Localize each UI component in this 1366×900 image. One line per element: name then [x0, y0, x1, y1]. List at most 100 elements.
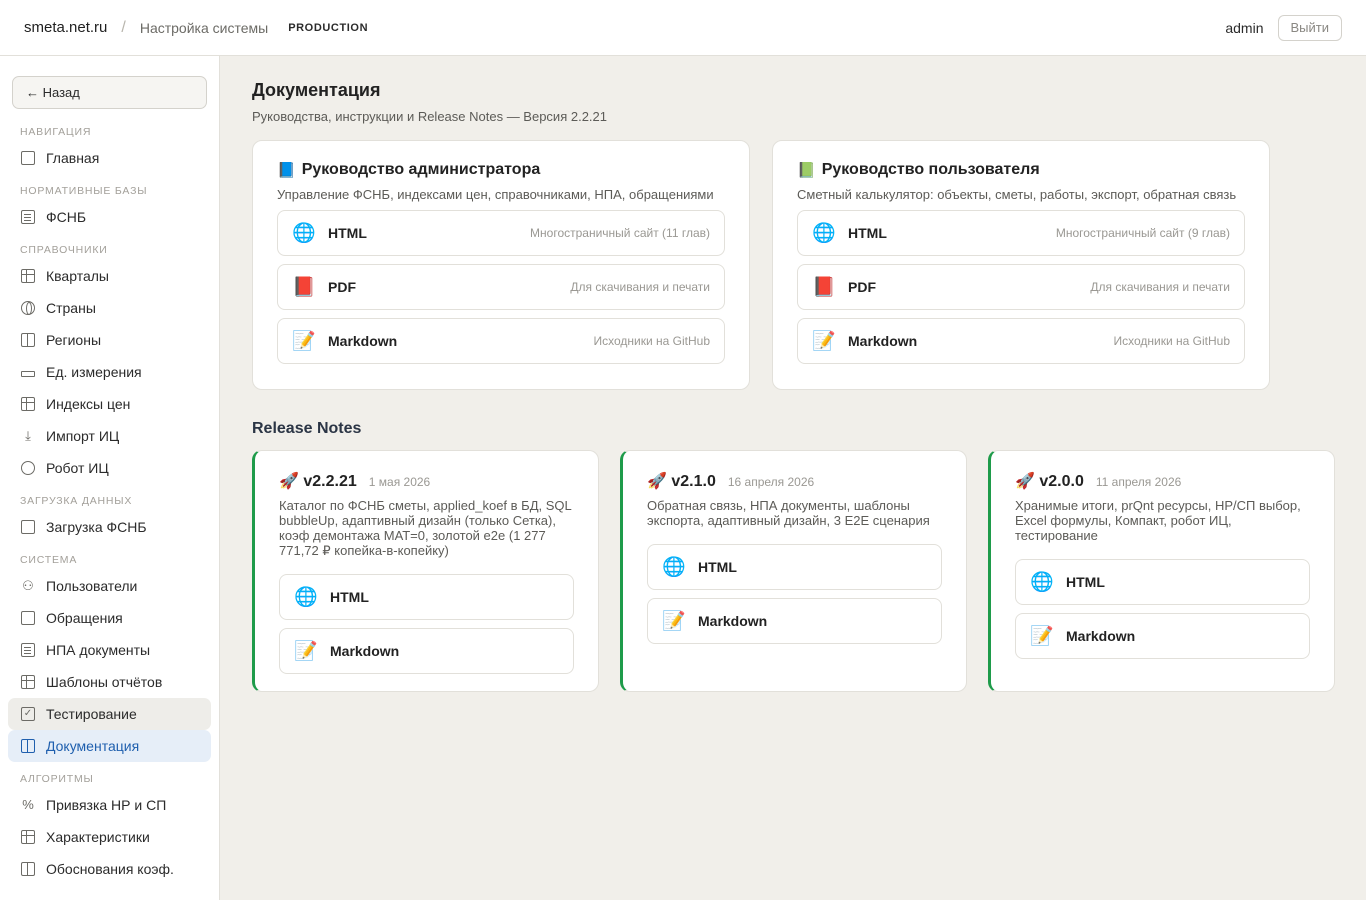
guide-card-user: 📗 Руководство пользователя Сметный кальк…: [772, 140, 1270, 390]
link-label: HTML: [330, 589, 369, 605]
release-link-markdown[interactable]: 📝 Markdown: [1015, 613, 1310, 659]
guide-link-html[interactable]: 🌐 HTML Многостраничный сайт (9 глав): [797, 210, 1245, 256]
sidebar-item-templates[interactable]: Шаблоны отчётов: [8, 666, 211, 698]
memo-icon: 📝: [294, 641, 318, 662]
sidebar-item-docs[interactable]: Документация: [8, 730, 211, 762]
sidebar-item-characteristics[interactable]: Характеристики: [8, 821, 211, 853]
release-version-text: v2.0.0: [1039, 473, 1084, 490]
username: admin: [1225, 19, 1264, 36]
document-icon: [21, 210, 35, 224]
checkbox-icon: ✓: [21, 707, 35, 721]
release-link-html[interactable]: 🌐 HTML: [647, 544, 942, 590]
book-icon: [21, 739, 35, 753]
guide-title-text: Руководство администратора: [301, 161, 541, 178]
page-title: Документация: [252, 80, 381, 100]
release-link-markdown[interactable]: 📝 Markdown: [279, 628, 574, 674]
logout-button[interactable]: Выйти: [1277, 14, 1342, 41]
table-icon: [21, 397, 35, 411]
memo-icon: 📝: [1030, 626, 1054, 647]
blue-book-icon: 📘: [277, 162, 296, 179]
guide-title-text: Руководство пользователя: [821, 161, 1040, 178]
sidebar-item-justifications[interactable]: Обоснования коэф.: [8, 853, 211, 885]
sidebar-item-users[interactable]: ⚇ Пользователи: [8, 570, 211, 602]
users-icon: ⚇: [22, 578, 34, 593]
release-date: 11 апреля 2026: [1095, 475, 1182, 489]
guides-section: 📘 Руководство администратора Управление …: [252, 140, 1270, 390]
release-version: 🚀 v2.0.0: [1015, 471, 1084, 491]
sidebar-item-label: НПА документы: [46, 642, 151, 658]
sidebar-item-requests[interactable]: Обращения: [8, 602, 211, 634]
sidebar-item-label: Главная: [46, 150, 100, 166]
sidebar-item-label: Загрузка ФСНБ: [46, 519, 147, 535]
link-label: HTML: [698, 559, 737, 575]
guide-link-markdown[interactable]: 📝 Markdown Исходники на GitHub: [797, 318, 1245, 364]
rocket-icon: 🚀: [279, 473, 299, 490]
guide-description: Управление ФСНБ, индексами цен, справочн…: [277, 187, 714, 202]
table-icon: [21, 675, 35, 689]
sidebar-item-label: Ед. измерения: [46, 364, 142, 380]
release-notes-title: Release Notes: [252, 420, 362, 437]
link-note: Многостраничный сайт (9 глав): [1055, 226, 1230, 240]
book-icon: [21, 862, 35, 876]
sidebar-item-regions[interactable]: Регионы: [8, 324, 211, 356]
sidebar-item-home[interactable]: Главная: [8, 142, 211, 174]
sidebar-item-label: Импорт ИЦ: [46, 428, 120, 444]
guide-link-html[interactable]: 🌐 HTML Многостраничный сайт (11 глав): [277, 210, 725, 256]
file-upload-icon: [21, 520, 35, 534]
release-version: 🚀 v2.2.21: [279, 471, 357, 491]
link-note: Многостраничный сайт (11 глав): [530, 226, 710, 240]
sidebar-item-countries[interactable]: Страны: [8, 292, 211, 324]
sidebar-item-load-fsnb[interactable]: Загрузка ФСНБ: [8, 511, 211, 543]
sidebar-item-label: Характеристики: [46, 829, 150, 845]
release-card: 🚀 v2.1.0 16 апреля 2026 Обратная связь, …: [620, 450, 967, 692]
memo-icon: 📝: [812, 331, 836, 352]
guide-link-markdown[interactable]: 📝 Markdown Исходники на GitHub: [277, 318, 725, 364]
guide-link-pdf[interactable]: 📕 PDF Для скачивания и печати: [797, 264, 1245, 310]
section-label-system: СИСТЕМА: [20, 554, 78, 566]
sidebar-item-label: Обоснования коэф.: [46, 861, 174, 877]
sidebar-item-fsnb[interactable]: ФСНБ: [8, 201, 211, 233]
breadcrumb-separator: /: [121, 18, 126, 36]
release-header: 🚀 v2.2.21 1 мая 2026: [279, 471, 574, 491]
sidebar-item-label: Кварталы: [46, 268, 109, 284]
sidebar-item-npa[interactable]: НПА документы: [8, 634, 211, 666]
guide-description: Сметный калькулятор: объекты, сметы, раб…: [797, 187, 1237, 202]
brand-link[interactable]: smeta.net.ru: [24, 19, 107, 36]
guide-card-admin: 📘 Руководство администратора Управление …: [252, 140, 750, 390]
sidebar: ← Назад НАВИГАЦИЯ Главная НОРМАТИВНЫЕ БА…: [0, 56, 220, 900]
sidebar-item-indexes[interactable]: Индексы цен: [8, 388, 211, 420]
guide-link-pdf[interactable]: 📕 PDF Для скачивания и печати: [277, 264, 725, 310]
top-bar: smeta.net.ru / Настройка системы PRODUCT…: [0, 0, 1366, 56]
release-date: 1 мая 2026: [368, 475, 431, 489]
sidebar-item-label: Тестирование: [46, 706, 137, 722]
release-link-html[interactable]: 🌐 HTML: [279, 574, 574, 620]
memo-icon: 📝: [292, 331, 316, 352]
link-label: Markdown: [330, 643, 400, 659]
sidebar-item-robot[interactable]: Робот ИЦ: [8, 452, 211, 484]
link-note: Для скачивания и печати: [570, 280, 710, 294]
link-label: Markdown: [848, 333, 918, 349]
red-book-icon: 📕: [292, 277, 316, 298]
memo-icon: 📝: [662, 611, 686, 632]
link-note: Исходники на GitHub: [593, 334, 710, 348]
message-icon: [21, 611, 35, 625]
sidebar-item-units[interactable]: Ед. измерения: [8, 356, 211, 388]
sidebar-item-binding[interactable]: % Привязка НР и СП: [8, 789, 211, 821]
sidebar-item-quarters[interactable]: Кварталы: [8, 260, 211, 292]
back-button[interactable]: ← Назад: [12, 76, 207, 109]
globe-icon: 🌐: [292, 223, 316, 244]
environment-badge: PRODUCTION: [288, 21, 369, 34]
red-book-icon: 📕: [812, 277, 836, 298]
release-version: 🚀 v2.1.0: [647, 471, 716, 491]
release-link-markdown[interactable]: 📝 Markdown: [647, 598, 942, 644]
sidebar-item-testing[interactable]: ✓ Тестирование: [8, 698, 211, 730]
globe-icon: 🌐: [1030, 572, 1054, 593]
release-card: 🚀 v2.2.21 1 мая 2026 Каталог по ФСНБ сме…: [252, 450, 599, 692]
sidebar-item-label: Шаблоны отчётов: [46, 674, 163, 690]
release-description: Хранимые итоги, prQnt ресурсы, НР/СП выб…: [1015, 498, 1301, 543]
breadcrumb[interactable]: Настройка системы: [140, 20, 268, 36]
release-version-text: v2.1.0: [671, 473, 716, 490]
user-area: admin Выйти: [1225, 14, 1342, 41]
release-link-html[interactable]: 🌐 HTML: [1015, 559, 1310, 605]
sidebar-item-import[interactable]: ⤓ Импорт ИЦ: [8, 420, 211, 452]
